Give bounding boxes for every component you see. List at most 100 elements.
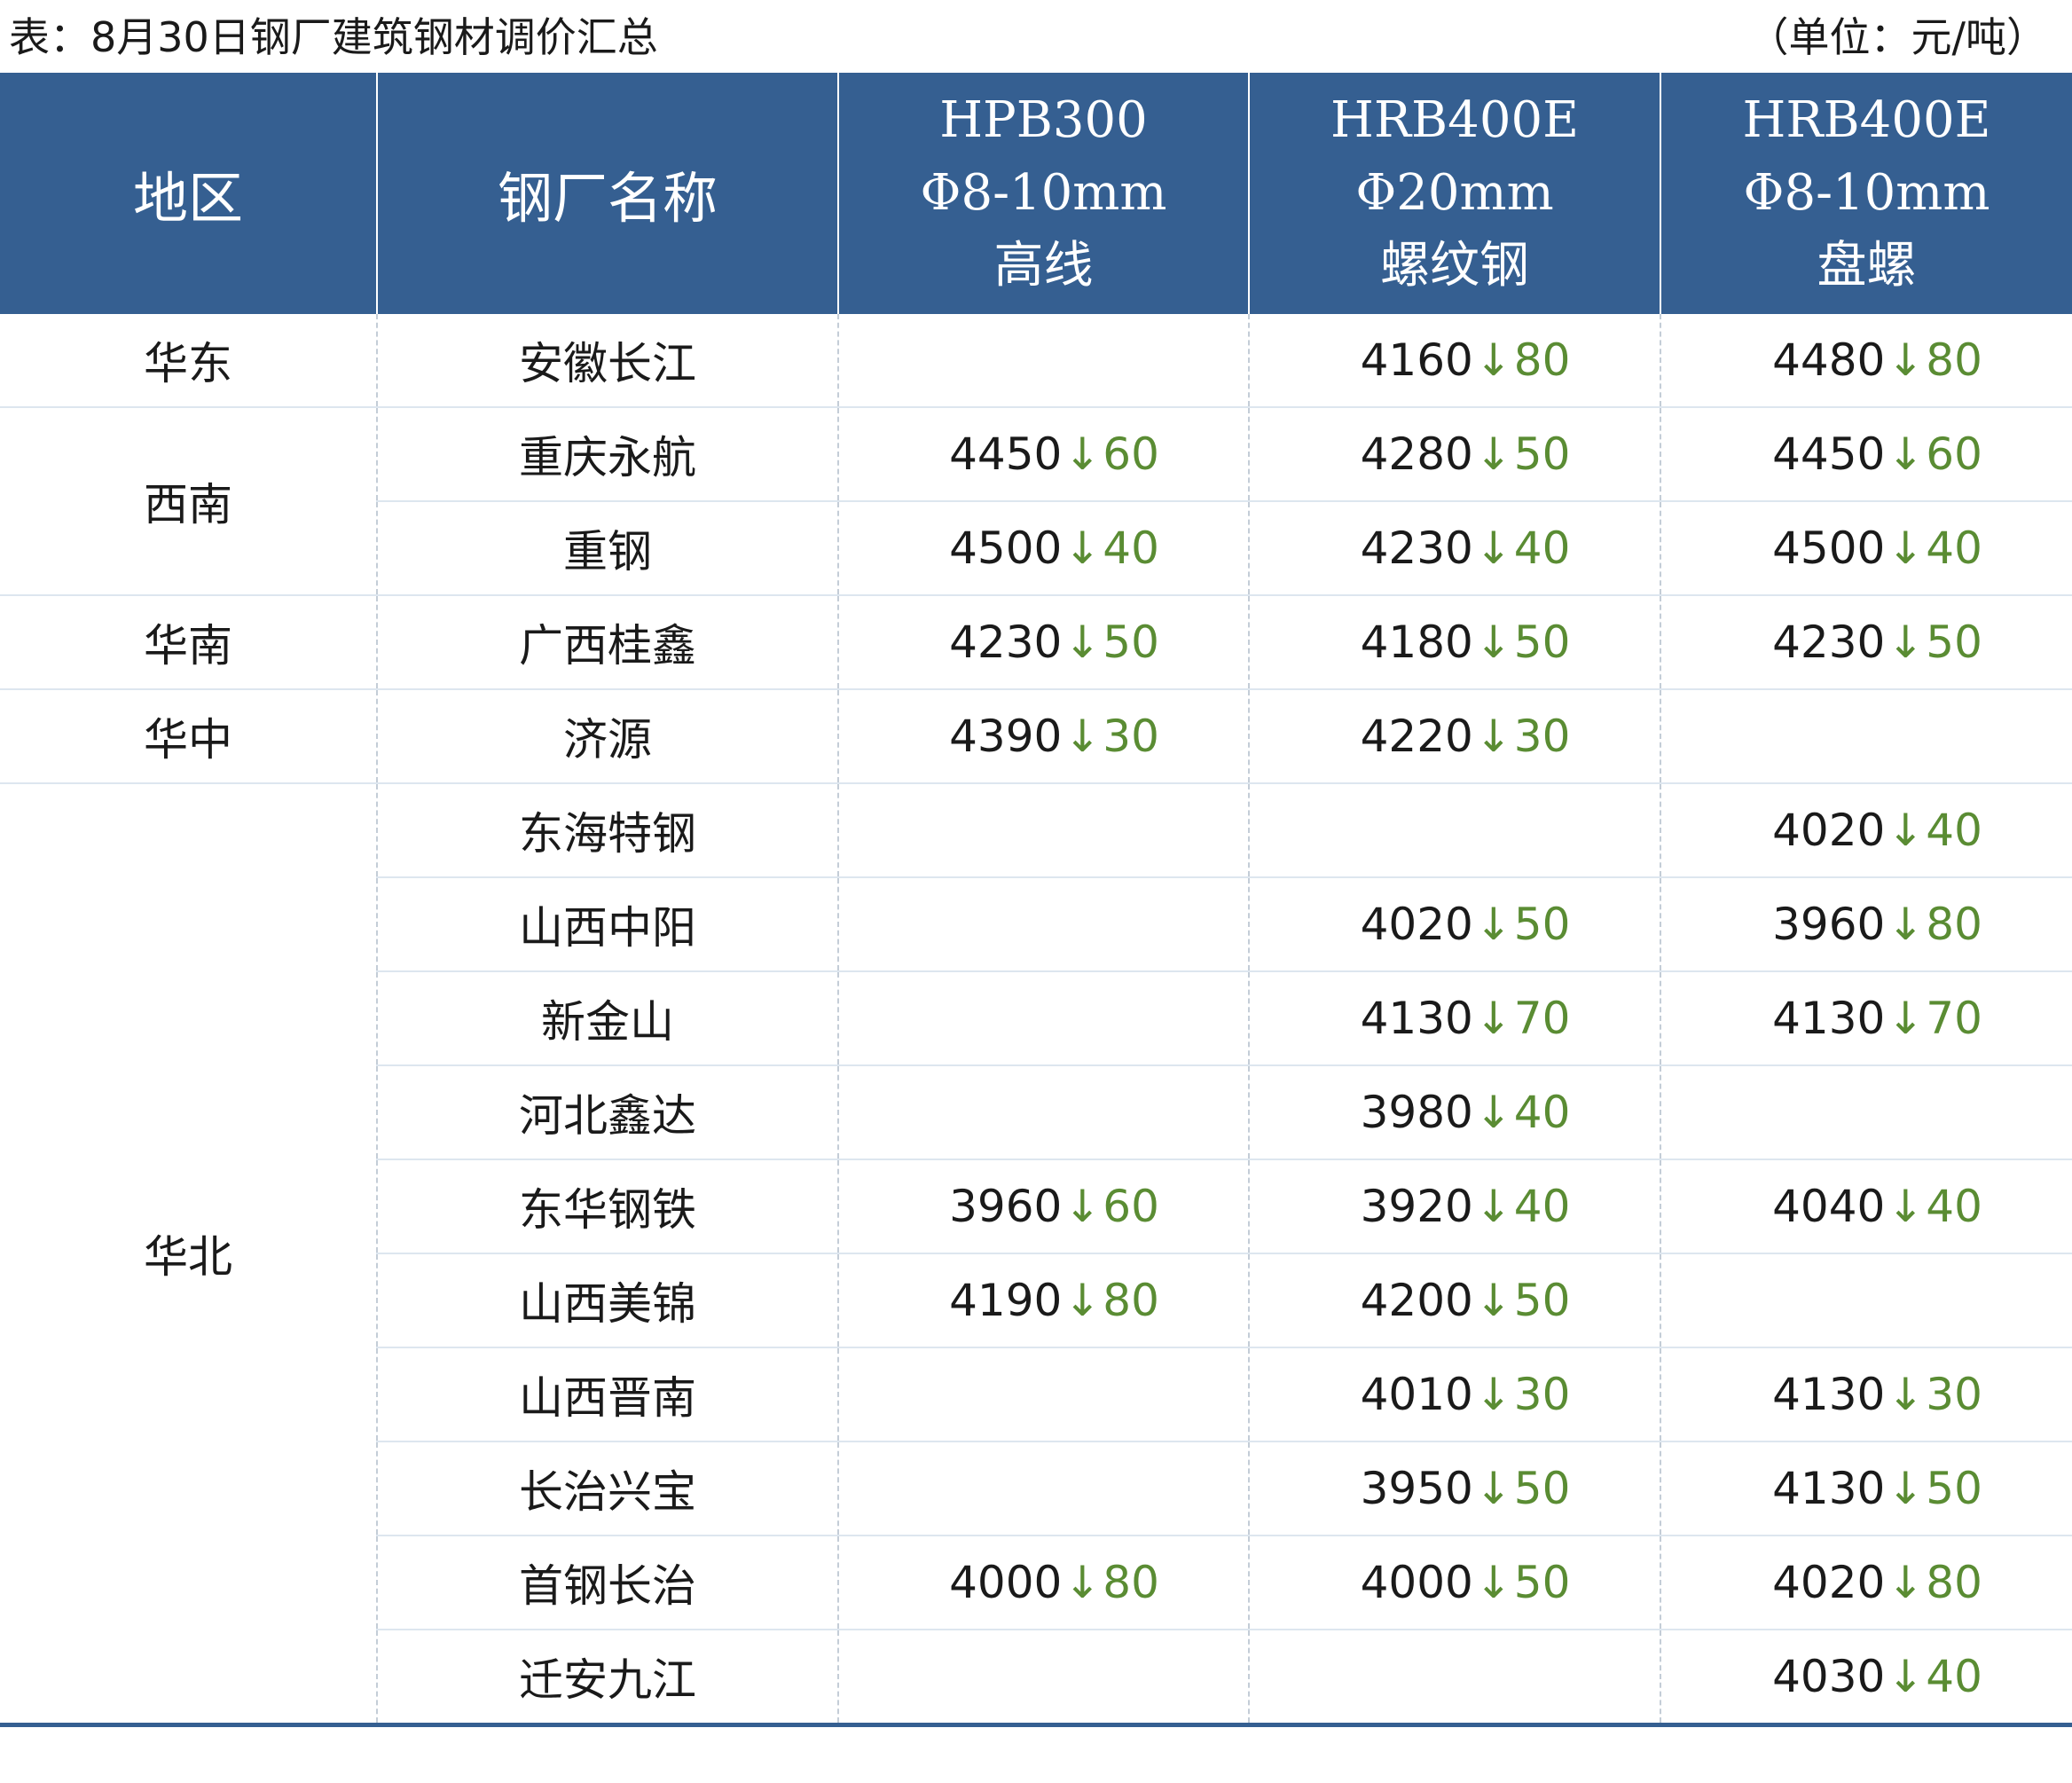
region-cell: 华东 bbox=[0, 314, 378, 408]
down-arrow-icon: ↓ bbox=[1474, 993, 1512, 1044]
price-cell: 4130↓70 bbox=[1660, 971, 2072, 1066]
price-cell bbox=[838, 877, 1250, 972]
down-arrow-icon: ↓ bbox=[1887, 993, 1925, 1044]
price-value: 4480 bbox=[1772, 334, 1886, 386]
price-cell: 4000↓50 bbox=[1249, 1536, 1661, 1630]
price-value: 4020 bbox=[1772, 805, 1886, 856]
price-value-group: 4020↓80 bbox=[1772, 1557, 1982, 1608]
down-arrow-icon: ↓ bbox=[1474, 1275, 1512, 1326]
price-change: 40 bbox=[1926, 1651, 1982, 1702]
price-value-group: 3960↓80 bbox=[1772, 899, 1982, 950]
price-value: 4230 bbox=[1772, 617, 1886, 668]
mill-name-cell: 广西桂鑫 bbox=[377, 595, 839, 690]
price-value-group: 4000↓80 bbox=[949, 1557, 1159, 1608]
price-value-group: 3960↓60 bbox=[949, 1181, 1159, 1232]
price-change: 50 bbox=[1926, 617, 1982, 668]
down-arrow-icon: ↓ bbox=[1474, 899, 1512, 950]
product-form: 盘螺 bbox=[1817, 237, 1917, 295]
price-change: 30 bbox=[1103, 711, 1159, 762]
down-arrow-icon: ↓ bbox=[1474, 1369, 1512, 1420]
price-value: 4230 bbox=[1360, 522, 1473, 574]
price-change: 60 bbox=[1926, 428, 1982, 480]
price-value-group: 4160↓80 bbox=[1361, 334, 1571, 386]
price-value-group: 4040↓40 bbox=[1772, 1181, 1982, 1232]
price-cell: 4020↓40 bbox=[1660, 783, 2072, 878]
price-value-group: 4030↓40 bbox=[1772, 1651, 1982, 1702]
price-value: 4500 bbox=[1772, 522, 1886, 574]
price-value: 4000 bbox=[1360, 1557, 1473, 1608]
price-change: 40 bbox=[1926, 522, 1982, 574]
price-cell bbox=[1249, 783, 1661, 878]
price-value-group: 4130↓70 bbox=[1361, 993, 1571, 1044]
price-change: 40 bbox=[1513, 1087, 1571, 1138]
price-cell: 4020↓50 bbox=[1249, 877, 1661, 972]
price-change: 30 bbox=[1513, 711, 1571, 762]
price-cell: 4220↓30 bbox=[1249, 689, 1661, 784]
price-value: 4450 bbox=[1772, 428, 1886, 480]
price-value-group: 4230↓50 bbox=[1772, 617, 1982, 668]
price-value-group: 4000↓50 bbox=[1361, 1557, 1571, 1608]
header-row: 地区 钢厂名称 HPB300 Φ8-10mm 高线 HRB400E Φ20mm … bbox=[0, 73, 2072, 314]
price-cell bbox=[838, 1347, 1250, 1442]
price-value: 4130 bbox=[1772, 993, 1886, 1044]
price-value-group: 4480↓80 bbox=[1772, 334, 1982, 386]
price-cell: 3980↓40 bbox=[1249, 1065, 1661, 1160]
product-form: 螺纹钢 bbox=[1380, 237, 1529, 295]
price-value: 4190 bbox=[949, 1275, 1063, 1326]
down-arrow-icon: ↓ bbox=[1887, 428, 1925, 480]
price-cell: 4010↓30 bbox=[1249, 1347, 1661, 1442]
down-arrow-icon: ↓ bbox=[1887, 805, 1925, 856]
price-change: 40 bbox=[1926, 1181, 1982, 1232]
price-value-group: 4230↓50 bbox=[949, 617, 1159, 668]
price-cell: 4230↓40 bbox=[1249, 501, 1661, 596]
price-value: 3960 bbox=[1772, 899, 1886, 950]
header-product-2: HRB400E Φ20mm 螺纹钢 bbox=[1249, 73, 1661, 314]
product-grade: HRB400E bbox=[1742, 91, 1991, 149]
down-arrow-icon: ↓ bbox=[1063, 522, 1102, 574]
price-cell: 4000↓80 bbox=[838, 1536, 1250, 1630]
price-cell: 4040↓40 bbox=[1660, 1159, 2072, 1254]
mill-name-cell: 山西中阳 bbox=[377, 877, 839, 972]
header-product-3: HRB400E Φ8-10mm 盘螺 bbox=[1660, 73, 2072, 314]
mill-name-cell: 东海特钢 bbox=[377, 783, 839, 878]
table-caption: 表：8月30日钢厂建筑钢材调价汇总 （单位：元/吨） bbox=[0, 0, 2072, 73]
price-cell: 4500↓40 bbox=[838, 501, 1250, 596]
price-cell: 3960↓60 bbox=[838, 1159, 1250, 1254]
price-adjustment-table: 地区 钢厂名称 HPB300 Φ8-10mm 高线 HRB400E Φ20mm … bbox=[0, 73, 2072, 1727]
down-arrow-icon: ↓ bbox=[1887, 1463, 1925, 1514]
price-cell: 4450↓60 bbox=[838, 407, 1250, 502]
price-cell: 4450↓60 bbox=[1660, 407, 2072, 502]
product-form: 高线 bbox=[993, 237, 1094, 295]
price-cell: 4190↓80 bbox=[838, 1253, 1250, 1348]
price-change: 40 bbox=[1103, 522, 1159, 574]
price-change: 50 bbox=[1513, 1557, 1571, 1608]
price-change: 50 bbox=[1513, 1275, 1571, 1326]
down-arrow-icon: ↓ bbox=[1887, 522, 1925, 574]
price-change: 70 bbox=[1926, 993, 1982, 1044]
price-cell bbox=[1249, 1630, 1661, 1727]
price-value: 4130 bbox=[1360, 993, 1473, 1044]
price-value: 4220 bbox=[1360, 711, 1473, 762]
price-cell bbox=[1660, 1065, 2072, 1160]
down-arrow-icon: ↓ bbox=[1887, 899, 1925, 950]
down-arrow-icon: ↓ bbox=[1887, 617, 1925, 668]
price-change: 30 bbox=[1926, 1369, 1982, 1420]
down-arrow-icon: ↓ bbox=[1887, 334, 1925, 386]
region-cell: 华中 bbox=[0, 689, 378, 784]
price-change: 40 bbox=[1513, 1181, 1571, 1232]
price-value-group: 4180↓50 bbox=[1361, 617, 1571, 668]
price-cell: 3950↓50 bbox=[1249, 1441, 1661, 1536]
down-arrow-icon: ↓ bbox=[1063, 428, 1102, 480]
price-value: 4130 bbox=[1772, 1463, 1886, 1514]
price-cell: 4160↓80 bbox=[1249, 314, 1661, 408]
price-cell: 4180↓50 bbox=[1249, 595, 1661, 690]
price-cell: 3920↓40 bbox=[1249, 1159, 1661, 1254]
price-value-group: 3920↓40 bbox=[1361, 1181, 1571, 1232]
price-value: 4020 bbox=[1772, 1557, 1886, 1608]
price-cell: 4200↓50 bbox=[1249, 1253, 1661, 1348]
mill-name-cell: 重庆永航 bbox=[377, 407, 839, 502]
price-change: 70 bbox=[1513, 993, 1571, 1044]
price-cell bbox=[838, 1630, 1250, 1727]
table-row: 华中 济源 4390↓30 4220↓30 bbox=[0, 689, 2072, 784]
down-arrow-icon: ↓ bbox=[1887, 1181, 1925, 1232]
